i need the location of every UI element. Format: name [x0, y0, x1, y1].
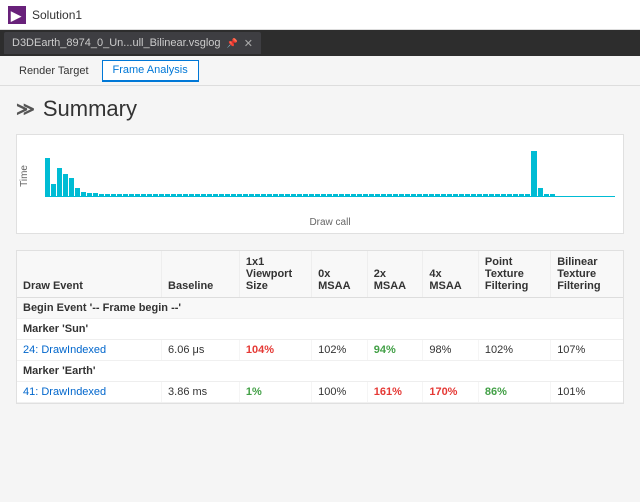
vs-logo: ▶ — [8, 6, 26, 24]
value-cell: 6.06 μs — [162, 340, 240, 361]
app-title: Solution1 — [32, 8, 82, 22]
table-col-header: Point Texture Filtering — [478, 251, 550, 298]
table-col-header: 0x MSAA — [312, 251, 368, 298]
table-row: 24: DrawIndexed6.06 μs104%102%94%98%102%… — [17, 340, 623, 361]
tab-filename: D3DEarth_8974_0_Un...ull_Bilinear.vsglog — [12, 37, 221, 49]
chart-bar — [538, 188, 543, 196]
tab-bar: D3DEarth_8974_0_Un...ull_Bilinear.vsglog… — [0, 30, 640, 56]
value-cell: 3.86 ms — [162, 382, 240, 403]
marker-label: Marker 'Sun' — [17, 319, 623, 340]
chart-container: Time Draw call — [16, 134, 624, 234]
draw-event-cell: 41: DrawIndexed — [17, 382, 162, 403]
draw-event-link[interactable]: 41: DrawIndexed — [23, 386, 106, 398]
toolbar: Render Target Frame Analysis — [0, 56, 640, 86]
data-table: Draw EventBaseline1x1 Viewport Size0x MS… — [17, 251, 623, 403]
chart-bar — [51, 184, 56, 196]
frame-analysis-button[interactable]: Frame Analysis — [102, 60, 199, 82]
value-cell: 170% — [423, 382, 479, 403]
draw-event-link[interactable]: 24: DrawIndexed — [23, 344, 106, 356]
value-cell: 102% — [312, 340, 368, 361]
table-col-header: 2x MSAA — [367, 251, 423, 298]
value-cell: 86% — [478, 382, 550, 403]
table-body: Begin Event '-- Frame begin --'Marker 'S… — [17, 298, 623, 403]
chart-y-label: Time — [19, 165, 30, 187]
value-cell: 98% — [423, 340, 479, 361]
chart-bar — [69, 178, 74, 196]
value-cell: 107% — [551, 340, 623, 361]
draw-event-cell: 24: DrawIndexed — [17, 340, 162, 361]
value-cell: 94% — [367, 340, 423, 361]
collapse-icon[interactable]: ≫ — [16, 99, 35, 120]
table-row: Marker 'Sun' — [17, 319, 623, 340]
chart-bar — [45, 158, 50, 196]
chart-bar — [75, 188, 80, 196]
chart-bar — [63, 174, 68, 196]
chart-bar — [531, 151, 537, 196]
table-row: 41: DrawIndexed 3.86 ms1%100%161%170%86%1… — [17, 382, 623, 403]
chart-bar — [57, 168, 62, 196]
marker-label: Marker 'Earth' — [17, 361, 623, 382]
value-cell: 101% — [551, 382, 623, 403]
table-col-header: 1x1 Viewport Size — [239, 251, 311, 298]
section-label: Begin Event '-- Frame begin --' — [17, 298, 623, 319]
main-content: ≫ Summary Time Draw call Draw EventBasel… — [0, 86, 640, 502]
table-row: Marker 'Earth' — [17, 361, 623, 382]
render-target-button[interactable]: Render Target — [8, 60, 100, 82]
chart-inner — [45, 143, 615, 215]
value-cell: 100% — [312, 382, 368, 403]
table-container: Draw EventBaseline1x1 Viewport Size0x MS… — [16, 250, 624, 404]
table-col-header: Baseline — [162, 251, 240, 298]
table-header: Draw EventBaseline1x1 Viewport Size0x MS… — [17, 251, 623, 298]
tab-close-icon[interactable]: ✕ — [244, 37, 253, 50]
table-row: Begin Event '-- Frame begin --' — [17, 298, 623, 319]
tab-pin-icon[interactable]: 📌 — [227, 38, 238, 49]
value-cell: 1% — [239, 382, 311, 403]
file-tab[interactable]: D3DEarth_8974_0_Un...ull_Bilinear.vsglog… — [4, 32, 261, 54]
chart-bars — [45, 146, 615, 196]
summary-title: Summary — [43, 96, 137, 122]
value-cell: 161% — [367, 382, 423, 403]
value-cell: 102% — [478, 340, 550, 361]
summary-header: ≫ Summary — [16, 96, 624, 122]
value-cell: 104% — [239, 340, 311, 361]
title-bar: ▶ Solution1 — [0, 0, 640, 30]
svg-text:▶: ▶ — [10, 8, 22, 23]
table-col-header: 4x MSAA — [423, 251, 479, 298]
table-col-header: Bilinear Texture Filtering — [551, 251, 623, 298]
chart-x-label: Draw call — [45, 217, 615, 228]
table-col-header: Draw Event — [17, 251, 162, 298]
chart-baseline — [45, 196, 615, 197]
